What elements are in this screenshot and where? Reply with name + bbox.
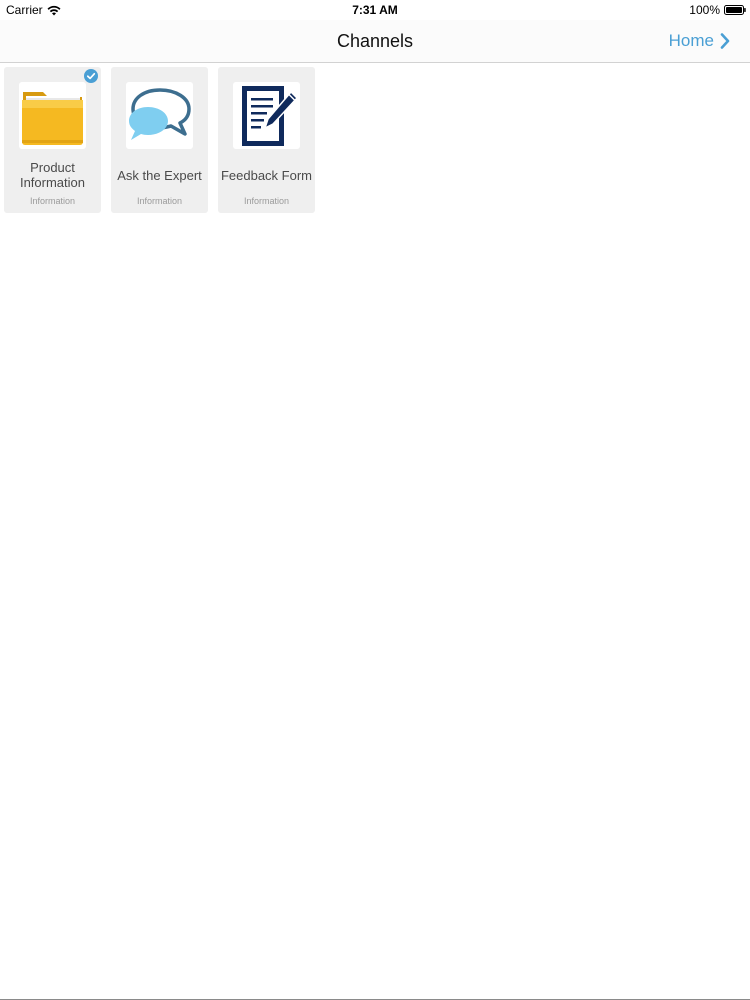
status-battery: 100%: [689, 3, 746, 17]
tile-thumbnail: [126, 82, 193, 149]
battery-icon: [724, 5, 746, 15]
tile-subtitle: Information: [136, 196, 183, 206]
home-button[interactable]: Home: [669, 31, 730, 51]
navigation-bar: Channels Home: [0, 20, 750, 63]
tile-title: Ask the Expert: [117, 167, 202, 183]
status-time: 7:31 AM: [352, 3, 398, 17]
chevron-right-icon: [720, 33, 730, 49]
channel-tile-ask-the-expert[interactable]: Ask the Expert Information: [111, 67, 208, 213]
tile-title: Feedback Form: [220, 167, 313, 183]
form-pen-icon: [242, 86, 298, 146]
page-title: Channels: [336, 31, 414, 51]
speech-bubbles-icon: [129, 88, 191, 140]
channel-tile-product-information[interactable]: Product Information Information: [4, 67, 101, 213]
tile-subtitle: Information: [29, 196, 76, 206]
home-button-label: Home: [668, 31, 714, 50]
app-screen: Carrier 7:31 AM 100% Channels Home Produ…: [0, 0, 750, 1000]
channel-grid: Product Information Information Ask the …: [4, 67, 315, 213]
tile-thumbnail: [19, 82, 86, 149]
channel-tile-feedback-form[interactable]: Feedback Form Information: [218, 67, 315, 213]
folder-icon: [22, 92, 83, 145]
status-bar: Carrier 7:31 AM 100%: [0, 0, 750, 20]
tile-thumbnail: [233, 82, 300, 149]
tile-subtitle: Information: [243, 196, 290, 206]
battery-percent: 100%: [689, 3, 720, 17]
checkmark-badge-icon: [84, 69, 98, 83]
tile-title: Product Information: [19, 160, 86, 190]
